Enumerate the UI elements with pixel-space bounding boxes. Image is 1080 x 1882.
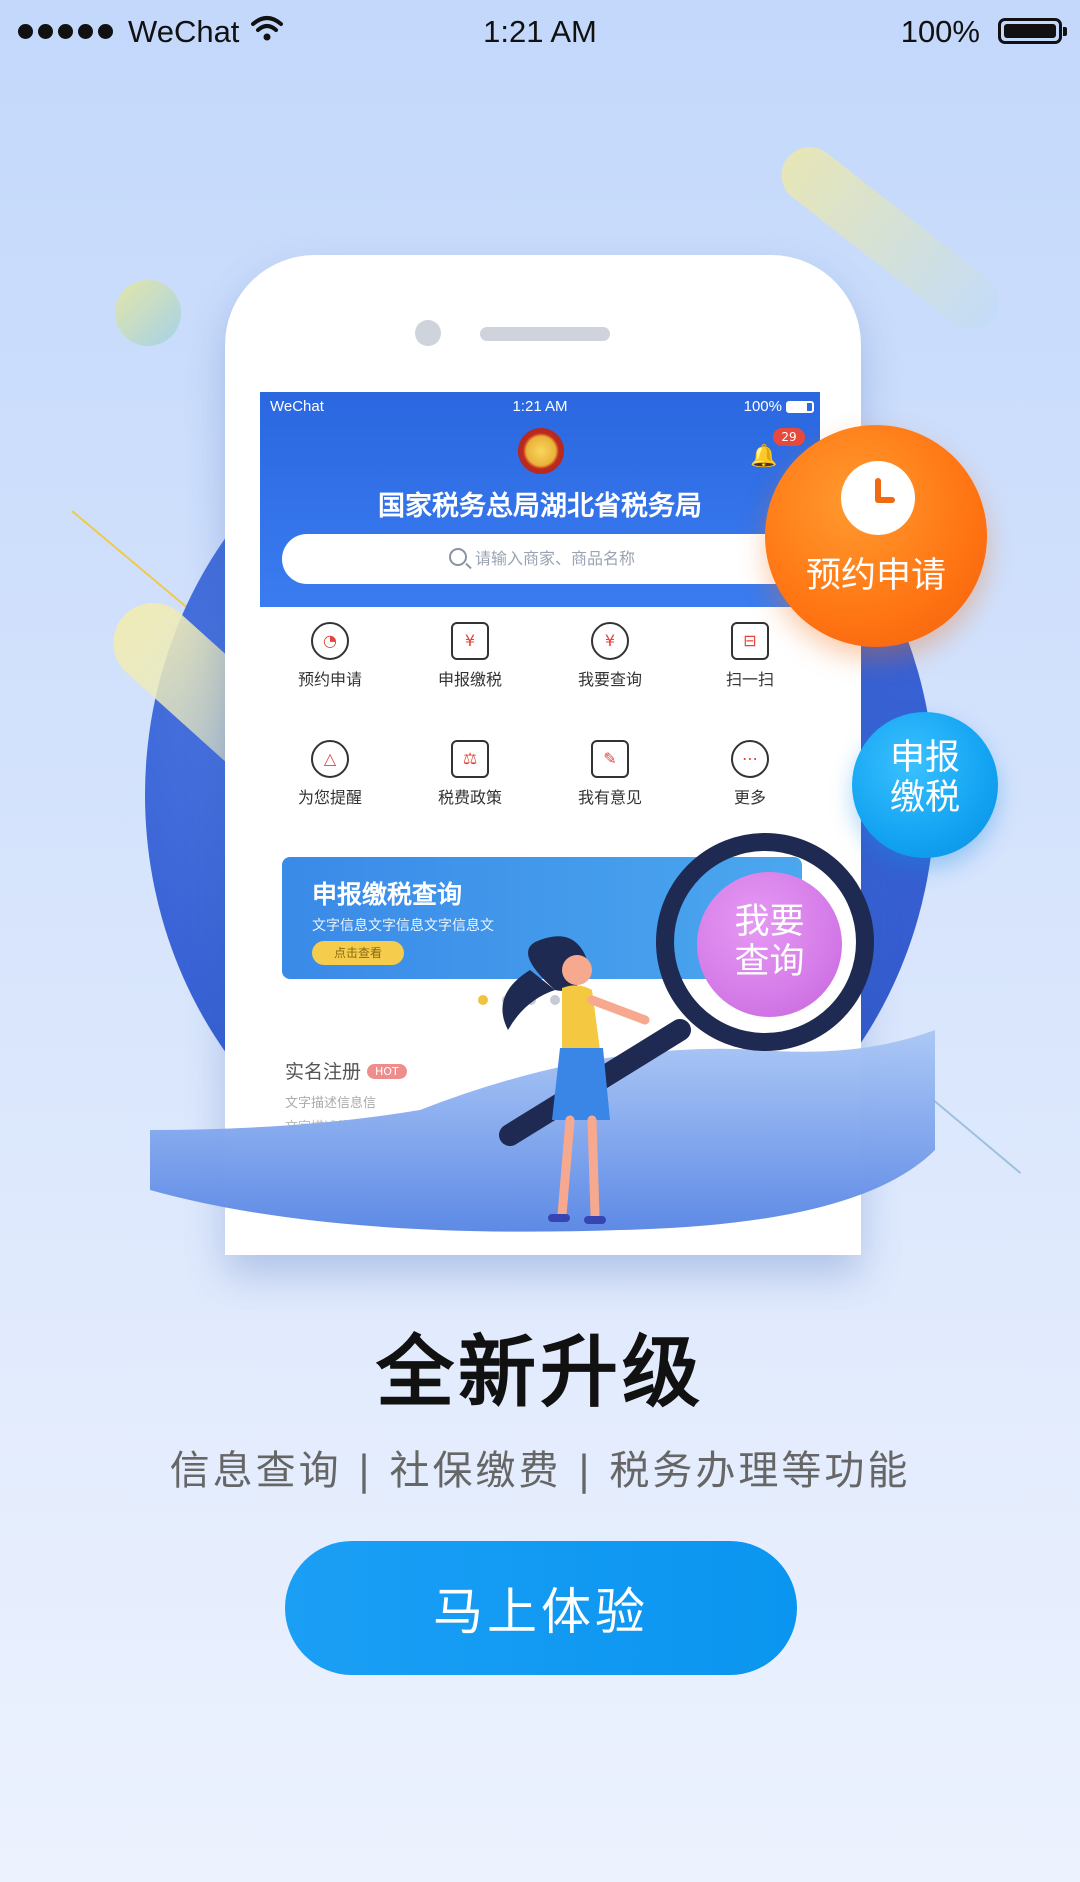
declare-bubble-label: 申报 缴税	[889, 738, 960, 818]
woman-illustration	[499, 833, 874, 1224]
try-now-button[interactable]: 马上体验	[285, 1541, 797, 1675]
query-bubble: 我要 查询	[697, 872, 842, 1017]
clock-icon	[841, 461, 915, 535]
appointment-bubble-label: 预约申请	[805, 556, 946, 596]
appointment-bubble: 预约申请	[765, 425, 987, 647]
page-headline: 全新升级	[375, 1328, 704, 1418]
feature-subline: 信息查询 | 社保缴费 | 税务办理等功能	[169, 1448, 911, 1494]
query-bubble-label: 我要 查询	[734, 902, 805, 982]
declare-bubble: 申报 缴税	[852, 712, 998, 858]
